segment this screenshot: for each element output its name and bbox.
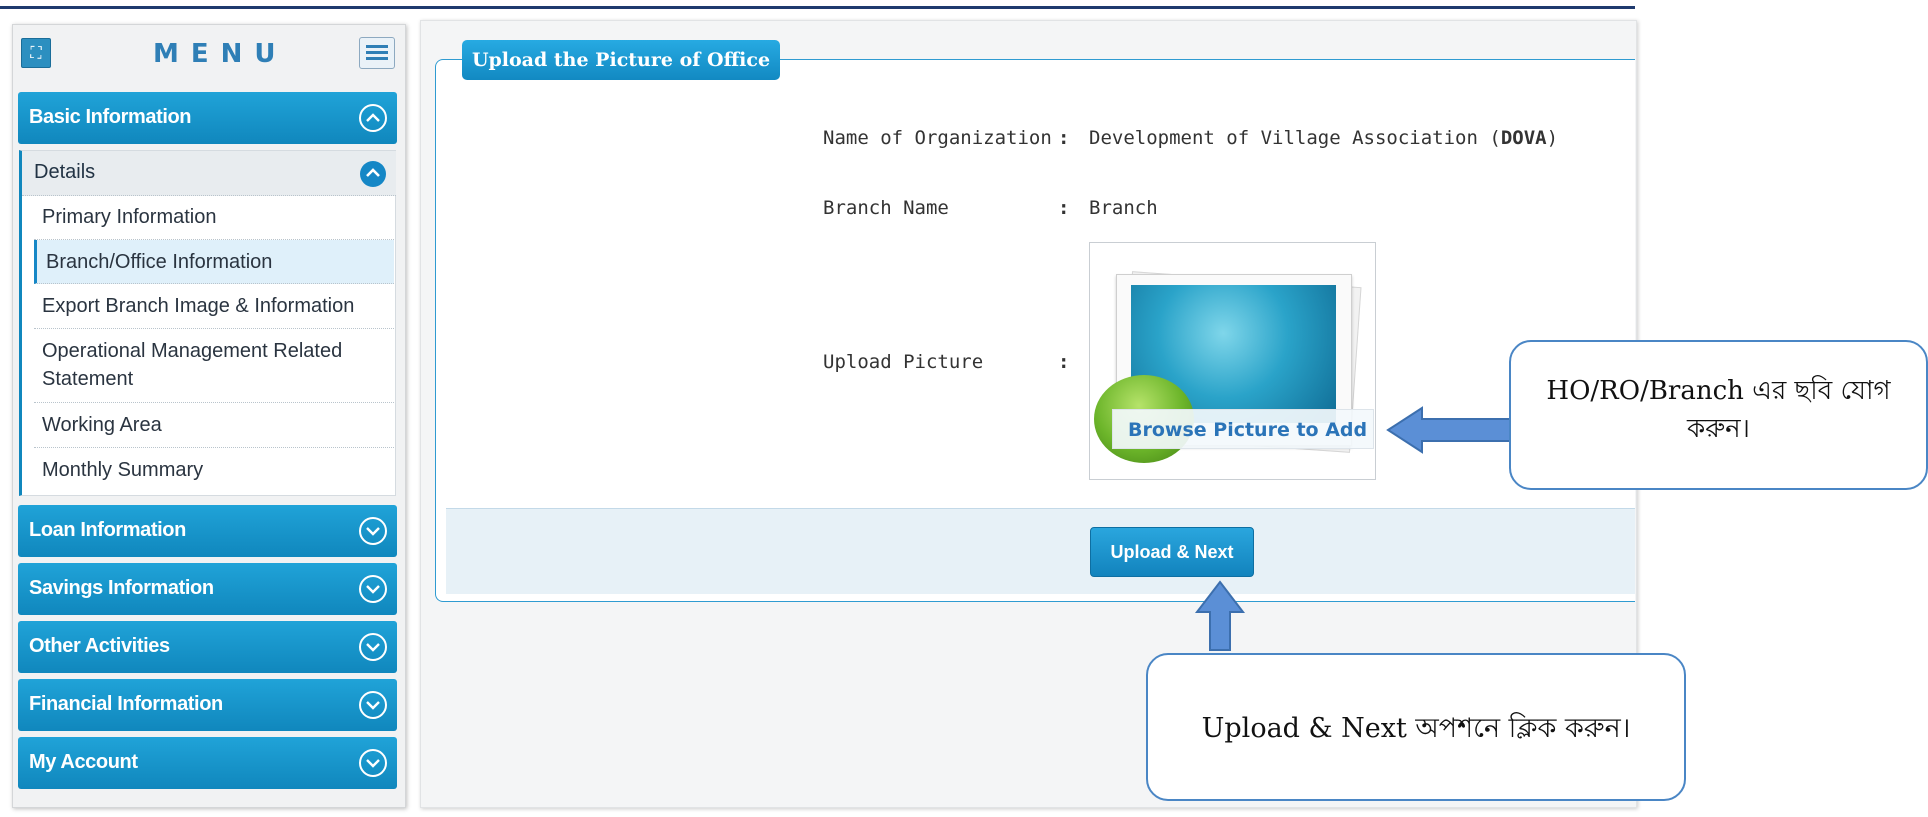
sidebar-item-operational-management[interactable]: Operational Management Related Statement: [34, 329, 394, 403]
upload-picture-label: Upload Picture: [823, 351, 984, 373]
section-label: Loan Information: [29, 519, 186, 541]
up-arrow-icon: [1194, 580, 1246, 651]
sidebar-item-branch-office-information[interactable]: Branch/Office Information: [34, 240, 394, 284]
expand-icon[interactable]: ⛶: [21, 38, 51, 68]
upload-picture-colon: :: [1058, 351, 1070, 373]
menu-title: MENU: [153, 39, 288, 69]
fieldset-legend: Upload the Picture of Office: [462, 40, 780, 80]
organization-abbreviation: DOVA: [1500, 127, 1547, 149]
details-submenu: Details Primary Information Branch/Offic…: [19, 150, 396, 496]
chevron-down-icon[interactable]: [359, 575, 387, 603]
sidebar-item-primary-information[interactable]: Primary Information: [34, 195, 394, 240]
upload-instruction-callout: Upload & Next অপশনে ক্লিক করুন।: [1146, 653, 1686, 801]
chevron-down-icon[interactable]: [359, 691, 387, 719]
details-label: Details: [34, 161, 96, 183]
chevron-up-icon[interactable]: [359, 104, 387, 132]
menu-header: ⛶ MENU: [13, 25, 405, 79]
chevron-up-icon[interactable]: [360, 161, 386, 187]
chevron-down-icon[interactable]: [359, 749, 387, 777]
upload-next-button[interactable]: Upload & Next: [1090, 527, 1254, 577]
sidebar-item-monthly-summary[interactable]: Monthly Summary: [34, 448, 394, 492]
sidebar-section-savings-information[interactable]: Savings Information: [18, 563, 397, 615]
sidebar-section-loan-information[interactable]: Loan Information: [18, 505, 397, 557]
picture-instruction-callout: HO/RO/Branch এর ছবি যোগ করুন।: [1509, 340, 1928, 490]
left-arrow-icon: [1386, 406, 1513, 454]
sidebar-section-basic-information[interactable]: Basic Information: [18, 92, 397, 144]
section-label: Financial Information: [29, 693, 223, 715]
organization-colon: :: [1058, 127, 1070, 149]
sidebar-section-other-activities[interactable]: Other Activities: [18, 621, 397, 673]
section-label: Basic Information: [29, 106, 192, 128]
section-label: Savings Information: [29, 577, 214, 599]
sidebar-section-financial-information[interactable]: Financial Information: [18, 679, 397, 731]
section-label: Other Activities: [29, 635, 170, 657]
sidebar-item-export-branch-image[interactable]: Export Branch Image & Information: [34, 284, 394, 329]
organization-name-text: Development of Village Association (: [1089, 127, 1501, 149]
branch-name-label: Branch Name: [823, 197, 949, 219]
chevron-down-icon[interactable]: [359, 633, 387, 661]
top-border-line: [0, 6, 1635, 9]
organization-name-label: Name of Organization: [823, 127, 1052, 149]
branch-colon: :: [1058, 197, 1070, 219]
form-footer-bar: [446, 508, 1635, 594]
hamburger-menu-icon[interactable]: [359, 37, 395, 69]
organization-name-close: ): [1546, 127, 1559, 149]
branch-name-value: Branch: [1089, 197, 1158, 219]
section-label: My Account: [29, 751, 138, 773]
browse-picture-button[interactable]: Browse Picture to Add: [1112, 409, 1374, 449]
chevron-down-icon[interactable]: [359, 517, 387, 545]
organization-name-value: Development of Village Association (DOVA…: [1089, 127, 1558, 149]
details-header[interactable]: Details: [22, 151, 396, 196]
sidebar-item-working-area[interactable]: Working Area: [34, 403, 394, 448]
sidebar-section-my-account[interactable]: My Account: [18, 737, 397, 789]
